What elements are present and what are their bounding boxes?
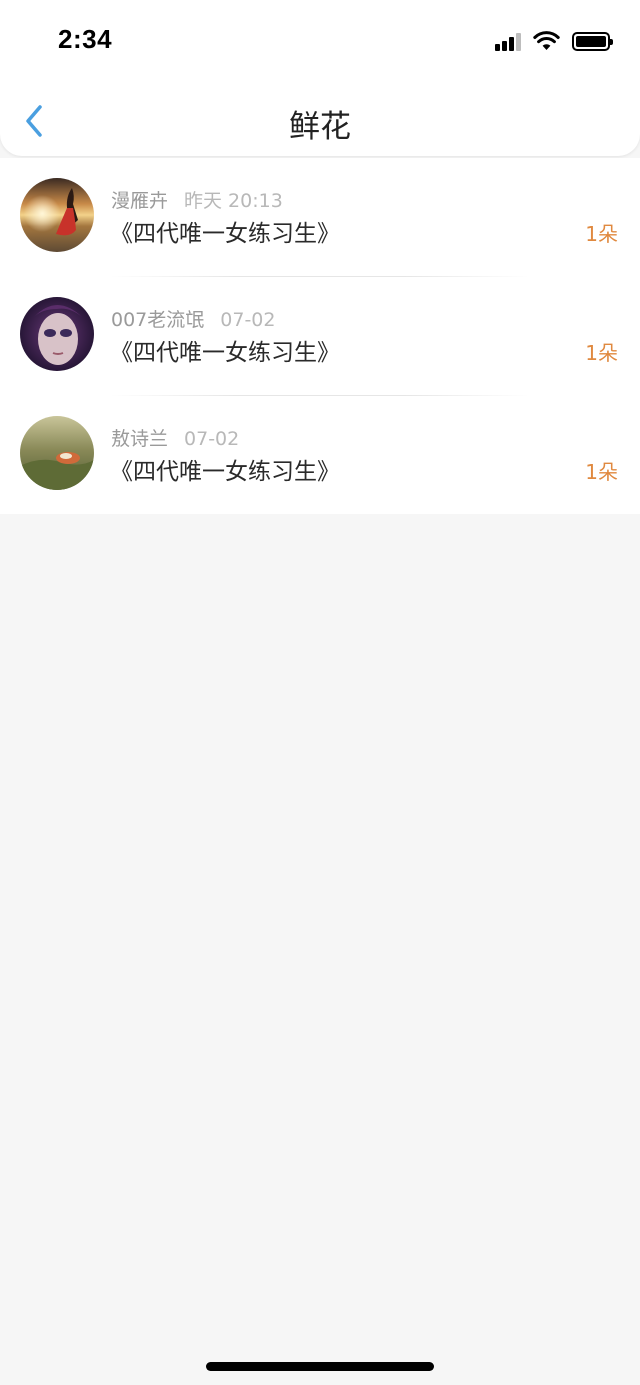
status-time: 2:34 <box>58 24 113 54</box>
item-meta: 敖诗兰 07-02 <box>111 424 239 451</box>
item-user[interactable]: 敖诗兰 <box>111 428 168 450</box>
page-title: 鲜花 <box>289 109 351 145</box>
cellular-signal-icon <box>495 31 523 51</box>
item-time: 07-02 <box>220 309 276 331</box>
list-item[interactable]: 007老流氓 07-02 《四代唯一女练习生》 1朵 <box>0 277 640 396</box>
item-book-title[interactable]: 《四代唯一女练习生》 <box>110 333 340 367</box>
item-meta: 漫雁卉 昨天 20:13 <box>111 186 283 213</box>
nav-header: 2:34 鲜花 <box>0 0 640 156</box>
item-flower-count: 1朵 <box>585 341 618 365</box>
wifi-icon <box>533 31 560 50</box>
home-indicator[interactable] <box>206 1362 434 1371</box>
flower-list: 漫雁卉 昨天 20:13 《四代唯一女练习生》 1朵 007老流氓 07-02 《四… <box>0 158 640 514</box>
item-book-title[interactable]: 《四代唯一女练习生》 <box>110 452 340 486</box>
item-user[interactable]: 007老流氓 <box>111 309 204 331</box>
avatar[interactable] <box>20 416 94 490</box>
avatar[interactable] <box>20 297 94 371</box>
list-item[interactable]: 敖诗兰 07-02 《四代唯一女练习生》 1朵 <box>0 396 640 515</box>
item-flower-count: 1朵 <box>585 460 618 484</box>
item-book-title[interactable]: 《四代唯一女练习生》 <box>110 214 340 248</box>
list-item[interactable]: 漫雁卉 昨天 20:13 《四代唯一女练习生》 1朵 <box>0 158 640 277</box>
status-icons <box>495 28 613 54</box>
item-flower-count: 1朵 <box>585 222 618 246</box>
battery-icon <box>572 31 613 51</box>
item-time: 07-02 <box>184 428 240 450</box>
item-time: 昨天 20:13 <box>184 190 283 212</box>
item-meta: 007老流氓 07-02 <box>111 305 275 332</box>
item-user[interactable]: 漫雁卉 <box>111 190 168 212</box>
avatar[interactable] <box>20 178 94 252</box>
